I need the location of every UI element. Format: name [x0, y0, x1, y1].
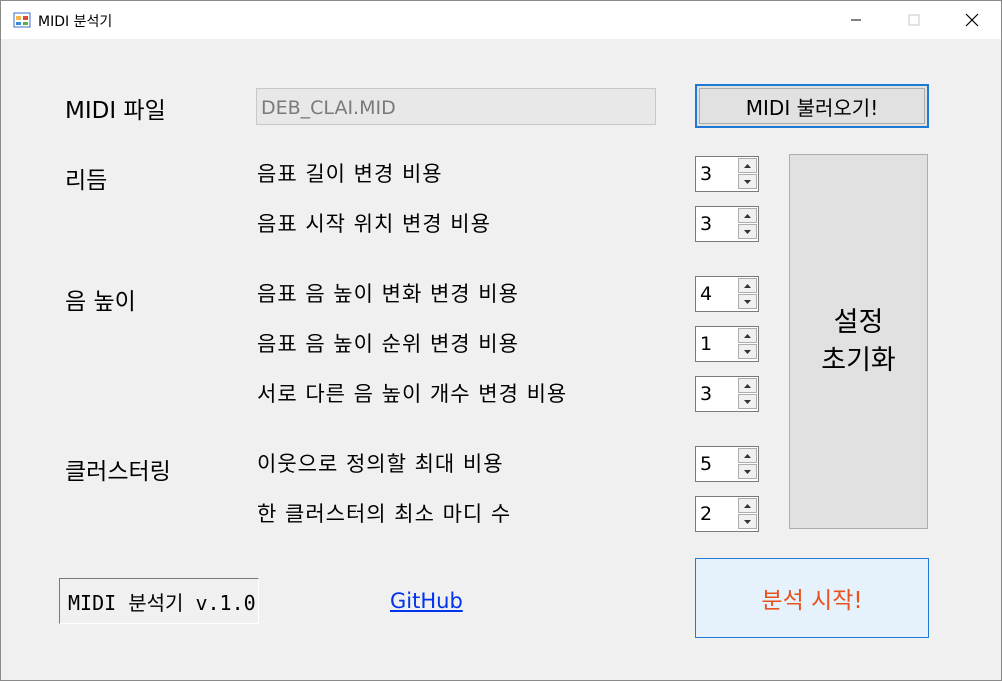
spinner-down-button[interactable]: [738, 224, 757, 239]
start-analysis-label: 분석 시작!: [761, 588, 863, 614]
cluster-min-measures-spinner[interactable]: 2: [695, 496, 759, 532]
window-title: MIDI 분석기: [38, 14, 113, 30]
chevron-up-icon: [744, 453, 751, 458]
maximize-icon: [908, 14, 920, 26]
note-length-cost-label: 음표 길이 변경 비용: [257, 162, 443, 186]
chevron-up-icon: [744, 163, 751, 168]
spinner-value[interactable]: 1: [700, 333, 712, 355]
maximize-button[interactable]: [885, 1, 943, 39]
chevron-down-icon: [744, 179, 751, 184]
spinner-value[interactable]: 3: [700, 163, 712, 185]
midi-file-label: MIDI 파일: [65, 98, 166, 124]
spinner-value[interactable]: 5: [700, 453, 712, 475]
chevron-up-icon: [744, 333, 751, 338]
spinner-up-button[interactable]: [738, 208, 757, 223]
title-bar: MIDI 분석기: [1, 1, 1001, 39]
reset-settings-button[interactable]: 설정 초기화: [789, 154, 928, 529]
reset-button-line1: 설정: [833, 306, 884, 338]
spinner-up-button[interactable]: [738, 158, 757, 173]
spinner-down-button[interactable]: [738, 294, 757, 309]
spinner-down-button[interactable]: [738, 464, 757, 479]
app-icon: [13, 12, 31, 28]
load-midi-button[interactable]: MIDI 불러오기!: [695, 84, 929, 128]
spinner-up-button[interactable]: [738, 378, 757, 393]
spinner-value[interactable]: 2: [700, 503, 712, 525]
chevron-down-icon: [744, 519, 751, 524]
minimize-button[interactable]: [827, 1, 885, 39]
spinner-value[interactable]: 4: [700, 283, 712, 305]
app-window: MIDI 분석기 MIDI 파일 DEB_CLAI.MID MIDI 불러오기!…: [0, 0, 1002, 681]
version-label: MIDI 분석기 v.1.0: [59, 578, 259, 624]
note-start-cost-label: 음표 시작 위치 변경 비용: [257, 212, 491, 236]
midi-file-path-field[interactable]: DEB_CLAI.MID: [256, 88, 656, 125]
github-link[interactable]: GitHub: [390, 589, 463, 613]
chevron-up-icon: [744, 283, 751, 288]
load-midi-button-label: MIDI 불러오기!: [745, 95, 879, 120]
spinner-down-button[interactable]: [738, 174, 757, 189]
start-analysis-button[interactable]: 분석 시작!: [695, 558, 929, 638]
chevron-up-icon: [744, 383, 751, 388]
note-length-cost-spinner[interactable]: 3: [695, 156, 759, 192]
chevron-up-icon: [744, 503, 751, 508]
pitch-section-label: 음 높이: [65, 289, 136, 315]
note-start-cost-spinner[interactable]: 3: [695, 206, 759, 242]
spinner-up-button[interactable]: [738, 328, 757, 343]
distinct-pitch-count-cost-spinner[interactable]: 3: [695, 376, 759, 412]
spinner-down-button[interactable]: [738, 514, 757, 529]
pitch-change-cost-spinner[interactable]: 4: [695, 276, 759, 312]
spinner-value[interactable]: 3: [700, 383, 712, 405]
chevron-down-icon: [744, 229, 751, 234]
cluster-min-measures-label: 한 클러스터의 최소 마디 수: [257, 502, 512, 526]
chevron-up-icon: [744, 213, 751, 218]
minimize-icon: [851, 19, 861, 21]
chevron-down-icon: [744, 469, 751, 474]
pitch-rank-cost-label: 음표 음 높이 순위 변경 비용: [257, 332, 519, 356]
clustering-section-label: 클러스터링: [65, 459, 171, 485]
spinner-up-button[interactable]: [738, 278, 757, 293]
close-icon: [965, 13, 979, 27]
spinner-down-button[interactable]: [738, 394, 757, 409]
neighbor-max-cost-label: 이웃으로 정의할 최대 비용: [257, 452, 504, 476]
chevron-down-icon: [744, 399, 751, 404]
pitch-rank-cost-spinner[interactable]: 1: [695, 326, 759, 362]
pitch-change-cost-label: 음표 음 높이 변화 변경 비용: [257, 282, 519, 306]
neighbor-max-cost-spinner[interactable]: 5: [695, 446, 759, 482]
spinner-up-button[interactable]: [738, 498, 757, 513]
spinner-up-button[interactable]: [738, 448, 757, 463]
close-button[interactable]: [943, 1, 1001, 39]
chevron-down-icon: [744, 349, 751, 354]
spinner-down-button[interactable]: [738, 344, 757, 359]
reset-button-line2: 초기화: [821, 344, 896, 376]
distinct-pitch-count-cost-label: 서로 다른 음 높이 개수 변경 비용: [257, 382, 568, 406]
rhythm-section-label: 리듬: [65, 168, 108, 194]
chevron-down-icon: [744, 299, 751, 304]
spinner-value[interactable]: 3: [700, 213, 712, 235]
